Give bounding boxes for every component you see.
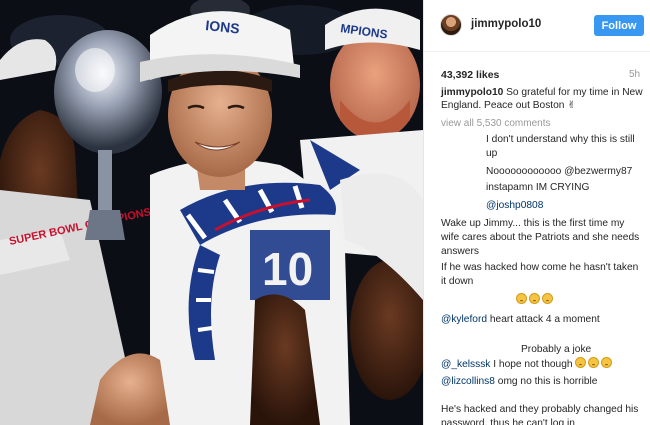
crying-face-icon xyxy=(542,293,553,304)
post-caption: jimmypolo10 So grateful for my time in N… xyxy=(441,86,646,112)
post-sidebar: jimmypolo10 Follow 43,392 likes 5h jimmy… xyxy=(423,0,650,425)
comment-text: omg no this is horrible xyxy=(497,376,598,387)
post-username[interactable]: jimmypolo10 xyxy=(471,18,541,30)
photo-illustration: SUPER BOWL CHAMPIONS MPIONS 10 IONS xyxy=(0,0,423,425)
comment-username[interactable]: @lizcollins8 xyxy=(441,376,495,387)
crying-face-icon xyxy=(588,357,600,368)
comment-username[interactable]: @kyleford xyxy=(441,314,487,325)
view-all-comments-link[interactable]: view all 5,530 comments xyxy=(441,118,551,129)
crying-face-icon xyxy=(516,293,527,304)
post-header: jimmypolo10 Follow xyxy=(424,0,650,52)
likes-count[interactable]: 43,392 likes xyxy=(441,69,499,81)
comment-text: If he was hacked how come he hasn't take… xyxy=(441,262,639,287)
comment-item: Noooooooooooo @bezwermy87 xyxy=(486,165,650,179)
comment-item: instapamn IM CRYING xyxy=(486,181,650,195)
comment-item: I don't understand why this is still up xyxy=(486,133,636,161)
caption-username[interactable]: jimmypolo10 xyxy=(441,87,503,98)
post-timestamp: 5h xyxy=(629,69,641,80)
comment-text: I don't understand why this is still up xyxy=(486,134,635,159)
comment-text: heart attack 4 a moment xyxy=(489,314,600,325)
comment-item: @lizcollins8 omg no this is horrible xyxy=(441,375,641,389)
comment-item: Probably a joke xyxy=(521,343,650,357)
avatar[interactable] xyxy=(440,14,462,36)
comment-item: @kyleford heart attack 4 a moment xyxy=(441,313,641,327)
comment-item: He's hacked and they probably changed hi… xyxy=(441,403,646,425)
crying-face-icon xyxy=(575,357,587,368)
post-photo[interactable]: SUPER BOWL CHAMPIONS MPIONS 10 IONS xyxy=(0,0,423,425)
follow-button[interactable]: Follow xyxy=(594,15,644,36)
comment-emoji-row xyxy=(516,293,650,308)
comment-text: Wake up Jimmy... this is the first time … xyxy=(441,218,640,257)
comment-text: He's hacked and they probably changed hi… xyxy=(441,404,639,425)
comment-text: instapamn IM CRYING xyxy=(486,182,590,193)
comment-item: Wake up Jimmy... this is the first time … xyxy=(441,217,641,259)
comment-item: @joshp0808 xyxy=(486,199,650,213)
comment-text: Noooooooooooo @bezwermy87 xyxy=(486,166,633,177)
comment-mention[interactable]: @joshp0808 xyxy=(486,200,543,211)
comment-item: If he was hacked how come he hasn't take… xyxy=(441,261,641,289)
peace-hand-icon: ✌ xyxy=(567,100,576,111)
svg-text:10: 10 xyxy=(262,243,313,295)
comment-username[interactable]: @_kelsssk xyxy=(441,359,490,370)
comment-text: I hope not though xyxy=(493,359,573,370)
crying-face-icon xyxy=(601,357,613,368)
crying-face-icon xyxy=(529,293,540,304)
comment-text: Probably a joke xyxy=(521,344,592,355)
comment-item: @_kelsssk I hope not though xyxy=(441,357,650,372)
